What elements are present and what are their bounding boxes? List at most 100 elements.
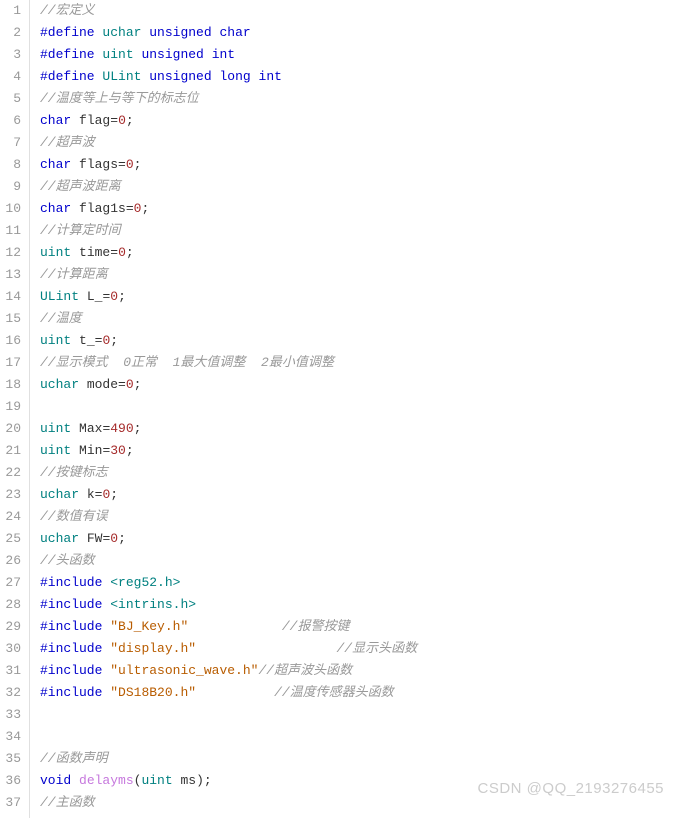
code-token: //温度 [40,311,82,326]
code-token: //超声波 [40,135,95,150]
code-token: ; [118,289,126,304]
code-line: #define uchar unsigned char [40,22,679,44]
code-token: uint [141,773,172,788]
line-number: 3 [0,44,21,66]
code-token: #define [40,69,95,84]
code-token: = [118,157,126,172]
line-number: 22 [0,462,21,484]
code-token: ; [141,201,149,216]
code-line: uint Min=30; [40,440,679,462]
code-line: #include "ultrasonic_wave.h"//超声波头函数 [40,660,679,682]
code-line: //温度 [40,308,679,330]
line-number: 29 [0,616,21,638]
code-token: //数值有误 [40,509,108,524]
code-token [71,157,79,172]
code-token: //超声波距离 [40,179,121,194]
code-line: //头函数 [40,550,679,572]
code-token: #include [40,641,102,656]
code-line: //超声波 [40,132,679,154]
code-token: //显示头函数 [337,641,418,656]
code-token: 0 [118,245,126,260]
code-token: uint [40,333,71,348]
code-token [79,377,87,392]
code-token: //主函数 [40,795,95,810]
line-number: 17 [0,352,21,374]
line-number: 30 [0,638,21,660]
code-token [79,487,87,502]
code-token: L_ [87,289,103,304]
code-token [204,47,212,62]
code-token: Max [79,421,102,436]
code-token: 490 [110,421,133,436]
code-token [71,201,79,216]
code-line: #define uint unsigned int [40,44,679,66]
code-token [71,773,79,788]
code-token [71,333,79,348]
code-token: ; [126,113,134,128]
code-token: char [40,201,71,216]
code-token: //计算定时间 [40,223,121,238]
code-line [40,704,679,726]
code-token: char [40,157,71,172]
code-token [71,421,79,436]
code-token: unsigned [149,69,211,84]
line-number: 26 [0,550,21,572]
code-token: Min [79,443,102,458]
code-line: uint Max=490; [40,418,679,440]
line-number: 20 [0,418,21,440]
code-token: uint [40,421,71,436]
code-token [79,289,87,304]
code-token: #include [40,663,102,678]
code-token: ; [134,157,142,172]
code-token: FW [87,531,103,546]
code-token: ULint [40,289,79,304]
code-editor: 1234567891011121314151617181920212223242… [0,0,679,818]
line-number: 28 [0,594,21,616]
line-number-gutter: 1234567891011121314151617181920212223242… [0,0,30,818]
code-token: ; [134,421,142,436]
code-token: int [212,47,235,62]
code-token: //函数声明 [40,751,108,766]
code-token: char [40,113,71,128]
code-token: //超声波头函数 [258,663,352,678]
line-number: 10 [0,198,21,220]
line-number: 36 [0,770,21,792]
code-line: //显示模式 0正常 1最大值调整 2最小值调整 [40,352,679,374]
code-line: uint t_=0; [40,330,679,352]
code-token: void [40,773,71,788]
code-line: ULint L_=0; [40,286,679,308]
line-number: 18 [0,374,21,396]
code-token: uint [40,443,71,458]
code-token: uint [40,245,71,260]
code-line: //计算定时间 [40,220,679,242]
code-token: //温度传感器头函数 [274,685,394,700]
code-token [188,619,282,634]
code-line: #include "DS18B20.h" //温度传感器头函数 [40,682,679,704]
code-token: 0 [126,157,134,172]
code-token: flag1s [79,201,126,216]
code-line: //超声波距离 [40,176,679,198]
line-number: 16 [0,330,21,352]
code-token: flags [79,157,118,172]
line-number: 34 [0,726,21,748]
code-line: #include <intrins.h> [40,594,679,616]
code-token: <intrins.h> [110,597,196,612]
code-token: "ultrasonic_wave.h" [110,663,258,678]
code-token: ULint [102,69,141,84]
code-token: uchar [102,25,141,40]
code-token: char [219,25,250,40]
code-line: #define ULint unsigned long int [40,66,679,88]
code-line [40,726,679,748]
code-token: #define [40,47,95,62]
line-number: 8 [0,154,21,176]
code-token [79,531,87,546]
line-number: 21 [0,440,21,462]
code-token: //报警按键 [282,619,350,634]
code-token: ; [110,487,118,502]
code-token: //计算距离 [40,267,108,282]
line-number: 12 [0,242,21,264]
line-number: 5 [0,88,21,110]
code-line: uchar mode=0; [40,374,679,396]
line-number: 27 [0,572,21,594]
code-line: //计算距离 [40,264,679,286]
